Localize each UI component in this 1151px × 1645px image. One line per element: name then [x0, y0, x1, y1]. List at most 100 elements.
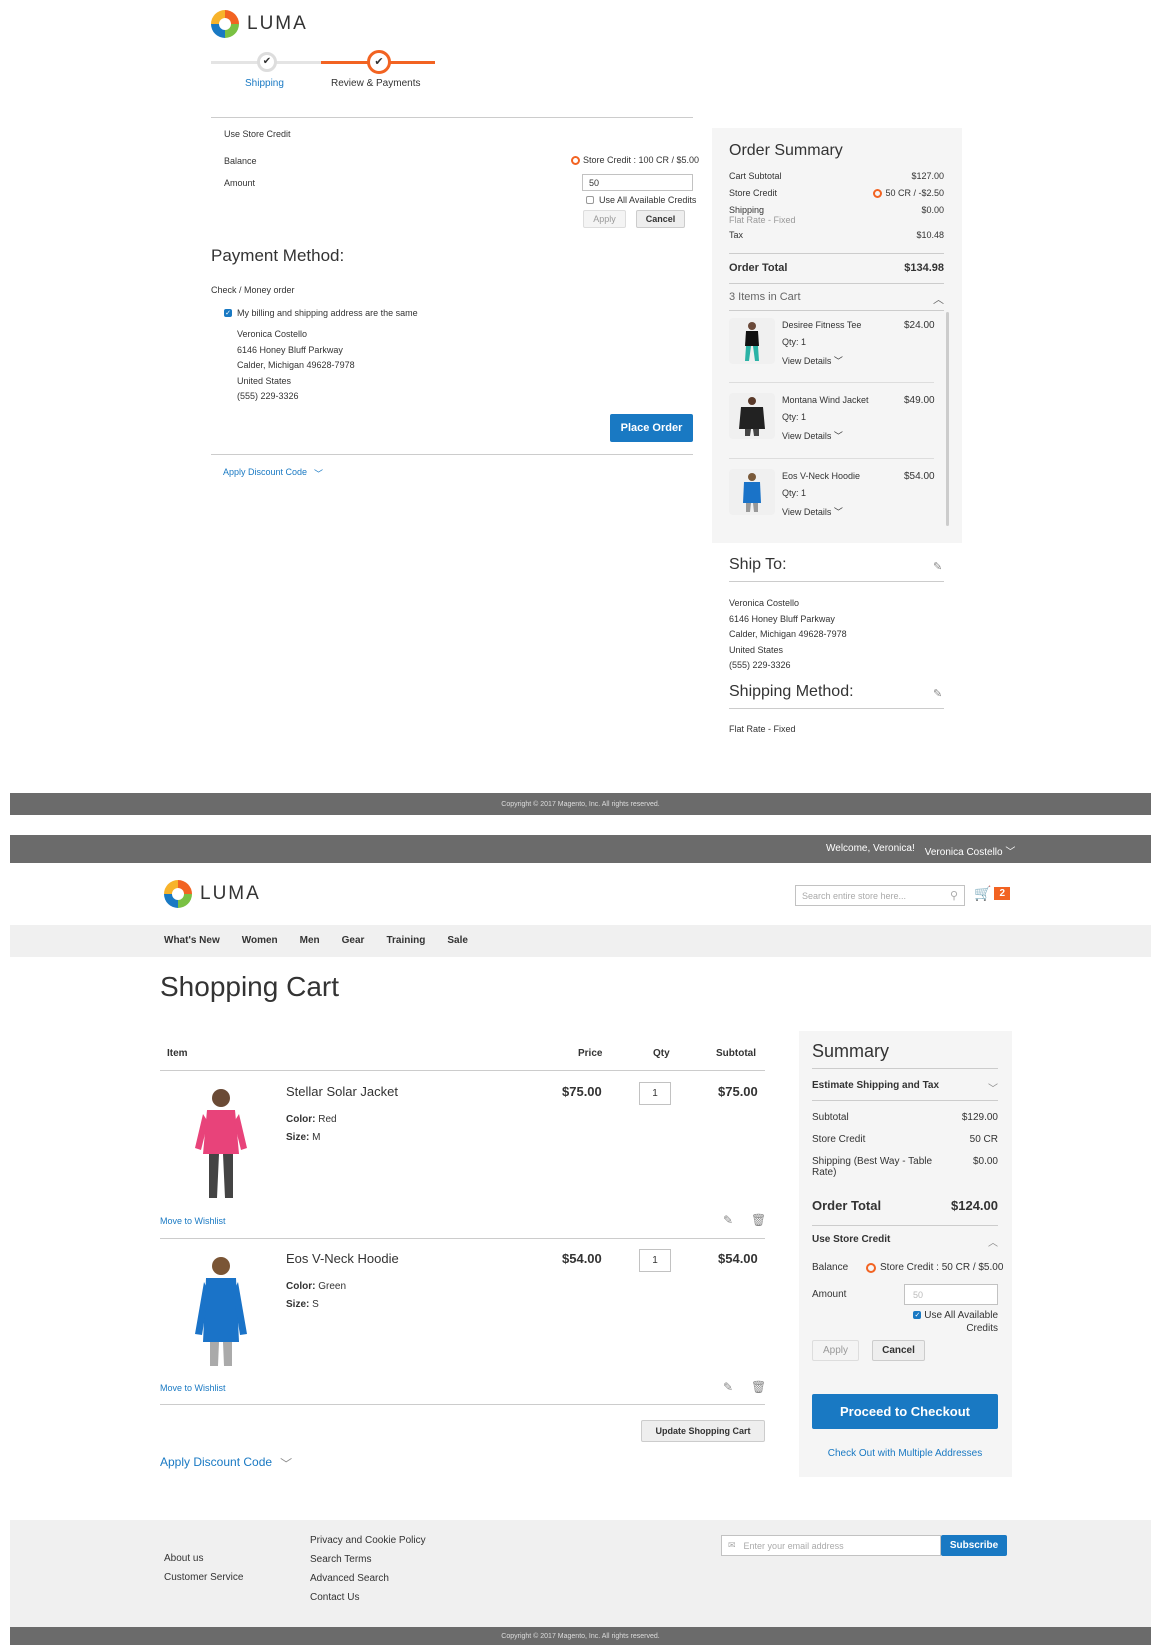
order-total-label: Order Total [729, 262, 788, 274]
search-icon[interactable]: ⚲ [950, 889, 958, 902]
size-label: Size: [286, 1299, 310, 1310]
edit-pencil-icon[interactable]: ✎ [933, 687, 942, 700]
divider [729, 382, 934, 383]
order-total-value: $124.00 [951, 1198, 998, 1213]
chevron-up-icon: ︿ [988, 1238, 998, 1249]
footer-link-search-terms[interactable]: Search Terms [310, 1550, 426, 1569]
nav-item-gear[interactable]: Gear [342, 935, 365, 946]
footer-link-privacy[interactable]: Privacy and Cookie Policy [310, 1531, 426, 1550]
item-qty: Qty: 1 [782, 488, 807, 498]
footer-link-about[interactable]: About us [164, 1549, 243, 1568]
item-name[interactable]: Desiree Fitness Tee [782, 320, 861, 330]
trash-icon[interactable]: 🗑 [751, 1213, 766, 1227]
place-order-button[interactable]: Place Order [610, 414, 693, 442]
footer-copyright: Copyright © 2017 Magento, Inc. All right… [10, 1627, 1151, 1645]
item-name[interactable]: Eos V-Neck Hoodie [782, 471, 860, 481]
apply-discount-toggle[interactable]: Apply Discount Code ﹀ [223, 467, 323, 480]
edit-pencil-icon[interactable]: ✎ [933, 560, 942, 573]
row-label: Store Credit [812, 1134, 866, 1145]
footer-link-advanced-search[interactable]: Advanced Search [310, 1569, 426, 1588]
apply-discount-toggle[interactable]: Apply Discount Code ﹀ [160, 1455, 292, 1472]
store-credit-icon [873, 188, 883, 198]
minicart-scrollbar[interactable] [946, 312, 949, 526]
col-item: Item [167, 1048, 188, 1059]
footer-link-contact[interactable]: Contact Us [310, 1588, 426, 1607]
nav-item-women[interactable]: Women [242, 935, 278, 946]
col-subtotal: Subtotal [716, 1048, 756, 1059]
move-to-wishlist[interactable]: Move to Wishlist [160, 1216, 226, 1226]
product-image[interactable] [729, 469, 775, 515]
nav-item-whats-new[interactable]: What's New [164, 935, 220, 946]
multi-address-checkout-link[interactable]: Check Out with Multiple Addresses [812, 1448, 998, 1459]
apply-button[interactable]: Apply [812, 1340, 859, 1361]
step-shipping[interactable]: Shipping [245, 78, 284, 89]
product-image[interactable] [181, 1082, 261, 1200]
item-name[interactable]: Eos V-Neck Hoodie [286, 1251, 399, 1266]
cancel-button[interactable]: Cancel [872, 1340, 925, 1361]
logo-text: LUMA [247, 13, 308, 34]
main-nav: What's New Women Men Gear Training Sale [164, 935, 468, 946]
nav-item-men[interactable]: Men [300, 935, 320, 946]
trash-icon[interactable]: 🗑 [751, 1380, 766, 1394]
edit-pencil-icon[interactable]: ✎ [723, 1213, 733, 1227]
item-name[interactable]: Stellar Solar Jacket [286, 1084, 398, 1099]
product-image[interactable] [729, 393, 775, 439]
estimate-shipping-toggle[interactable]: Estimate Shipping and Tax ﹀ [812, 1080, 998, 1095]
store-credit-toggle[interactable]: Use Store Credit ︿ [812, 1234, 998, 1249]
divider [729, 310, 944, 311]
product-image[interactable] [181, 1250, 261, 1368]
color-label: Color: [286, 1114, 316, 1125]
address-line: (555) 229-3326 [729, 660, 791, 670]
view-details[interactable]: View Details ﹀ [782, 354, 843, 367]
divider [160, 1404, 765, 1405]
amount-input[interactable]: 50 [904, 1284, 998, 1305]
edit-pencil-icon[interactable]: ✎ [723, 1380, 733, 1394]
store-credit-title: Use Store Credit [812, 1234, 891, 1245]
summary-title: Summary [812, 1041, 890, 1061]
search-input[interactable]: Search entire store here... ⚲ [795, 885, 965, 906]
row-value-wrap: 50 CR / -$2.50 [873, 188, 944, 198]
store-credit-title: Use Store Credit [224, 129, 291, 139]
divider [729, 708, 944, 709]
qty-input[interactable]: 1 [639, 1249, 671, 1272]
email-placeholder: Enter your email address [743, 1540, 844, 1551]
logo[interactable]: LUMA [164, 880, 261, 908]
item-name[interactable]: Montana Wind Jacket [782, 395, 869, 405]
chevron-down-icon: ﹀ [1005, 847, 1016, 858]
amount-input[interactable]: 50 [582, 174, 693, 191]
cancel-button[interactable]: Cancel [636, 210, 685, 228]
summary-row-shipping: Shipping Flat Rate - Fixed $0.00 [729, 205, 944, 225]
same-address-label: My billing and shipping address are the … [237, 308, 418, 318]
same-address-checkbox[interactable]: ✓ [224, 309, 232, 317]
address-line: Veronica Costello [237, 329, 308, 339]
use-all-checkbox[interactable]: ✓ [913, 1311, 922, 1320]
view-details[interactable]: View Details ﹀ [782, 429, 843, 442]
minicart[interactable]: 🛒 2 [974, 885, 1010, 902]
subscribe-button[interactable]: Subscribe [941, 1535, 1007, 1556]
summary-row-store-credit: Store Credit 50 CR / -$2.50 [729, 188, 944, 198]
color-label: Color: [286, 1281, 316, 1292]
billing-address: Veronica Costello 6146 Honey Bluff Parkw… [237, 327, 355, 405]
use-all-credits[interactable]: ✓ Use All Available Credits [900, 1309, 998, 1335]
use-all-checkbox[interactable] [586, 196, 594, 204]
customer-menu[interactable]: Veronica Costello ﹀ [925, 843, 1016, 858]
product-image[interactable] [729, 318, 775, 364]
update-cart-button[interactable]: Update Shopping Cart [641, 1420, 765, 1442]
logo[interactable]: LUMA [211, 10, 308, 38]
page-title: Shopping Cart [160, 971, 340, 1002]
nav-item-sale[interactable]: Sale [447, 935, 468, 946]
qty-input[interactable]: 1 [639, 1082, 671, 1105]
payment-method-name[interactable]: Check / Money order [211, 285, 295, 295]
same-address[interactable]: ✓ My billing and shipping address are th… [224, 308, 418, 318]
move-to-wishlist[interactable]: Move to Wishlist [160, 1383, 226, 1393]
footer-link-customer-service[interactable]: Customer Service [164, 1568, 243, 1587]
items-in-cart-toggle[interactable]: 3 Items in Cart ︿ [729, 291, 944, 307]
apply-button[interactable]: Apply [583, 210, 626, 228]
view-details[interactable]: View Details ﹀ [782, 505, 843, 518]
order-total-label: Order Total [812, 1198, 882, 1213]
newsletter-email-input[interactable]: ✉ Enter your email address [721, 1535, 941, 1556]
nav-item-training[interactable]: Training [386, 935, 425, 946]
use-all-credits[interactable]: Use All Available Credits [586, 195, 696, 205]
proceed-to-checkout-button[interactable]: Proceed to Checkout [812, 1394, 998, 1429]
divider [729, 581, 944, 582]
